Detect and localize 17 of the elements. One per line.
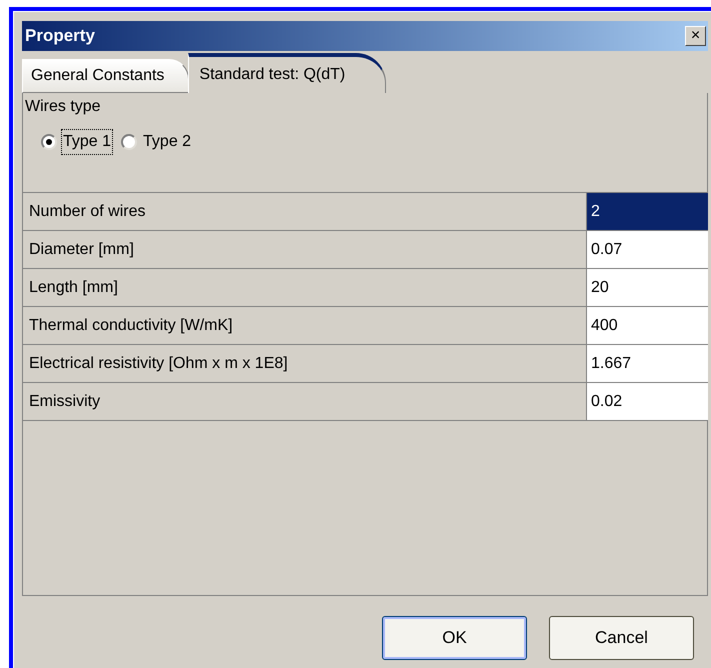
property-value[interactable]: 0.02 (587, 383, 708, 420)
property-value[interactable]: 0.07 (587, 231, 708, 268)
property-value[interactable]: 2 (587, 193, 708, 230)
tab[interactable]: General Constants (22, 59, 190, 93)
property-value[interactable]: 20 (587, 269, 708, 306)
group-label: Wires type (24, 97, 102, 117)
dialog-button[interactable]: Cancel (549, 616, 694, 660)
tab[interactable]: Standard test: Q(dT) (188, 53, 386, 93)
property-value[interactable]: 400 (587, 307, 708, 344)
property-value[interactable]: 1.667 (587, 345, 708, 382)
dialog-button[interactable]: OK (382, 616, 527, 660)
close-button[interactable]: × (685, 26, 706, 46)
radio-button[interactable] (121, 134, 138, 150)
window-title: Property (25, 25, 95, 48)
radio-button[interactable] (41, 134, 57, 150)
radio-label[interactable]: Type 2 (141, 129, 194, 155)
radio-label[interactable]: Type 1 (61, 129, 114, 155)
